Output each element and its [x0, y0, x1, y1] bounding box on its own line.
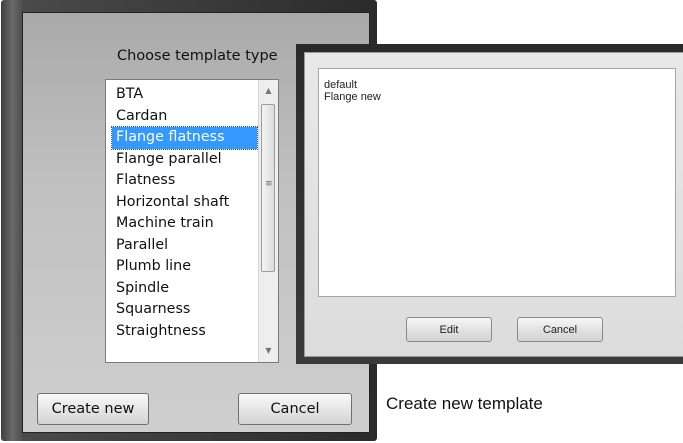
choose-template-heading: Choose template type: [117, 48, 278, 64]
list-item[interactable]: Squarness: [112, 299, 257, 321]
template-list-dialog: default Flange new Edit Cancel: [296, 44, 683, 364]
list-item[interactable]: Parallel: [112, 235, 257, 257]
list-item[interactable]: Flange parallel: [112, 149, 257, 171]
template-type-listbox[interactable]: BTA Cardan Flange flatness Flange parall…: [105, 79, 279, 363]
scroll-down-icon[interactable]: ▼: [259, 342, 278, 360]
figure-caption: Create new template: [386, 394, 543, 413]
cancel-button[interactable]: Cancel: [517, 317, 603, 342]
list-item[interactable]: Straightness: [112, 321, 257, 343]
scroll-up-icon[interactable]: ▲: [259, 82, 278, 100]
list-item[interactable]: BTA: [112, 84, 257, 106]
template-list: default Flange new: [319, 79, 381, 103]
template-listbox[interactable]: default Flange new: [318, 68, 676, 297]
list-item[interactable]: Machine train: [112, 213, 257, 235]
list-item[interactable]: Spindle: [112, 278, 257, 300]
list-item-selected[interactable]: Flange flatness: [111, 126, 258, 150]
list-item[interactable]: Flatness: [112, 170, 257, 192]
create-new-button[interactable]: Create new: [37, 393, 149, 425]
template-type-list: BTA Cardan Flange flatness Flange parall…: [111, 84, 258, 343]
cancel-button[interactable]: Cancel: [238, 393, 352, 425]
list-item[interactable]: default: [319, 79, 381, 91]
grip-icon: ≡: [265, 179, 273, 189]
list-item[interactable]: Horizontal shaft: [112, 192, 257, 214]
list-item[interactable]: Cardan: [112, 106, 257, 128]
scrollbar-thumb[interactable]: ≡: [261, 104, 275, 272]
dialog-body: default Flange new Edit Cancel: [304, 52, 683, 357]
edit-button[interactable]: Edit: [406, 317, 492, 342]
list-item[interactable]: Plumb line: [112, 256, 257, 278]
vertical-scrollbar[interactable]: ▲ ≡ ▼: [258, 80, 278, 362]
list-item[interactable]: Flange new: [319, 91, 381, 103]
